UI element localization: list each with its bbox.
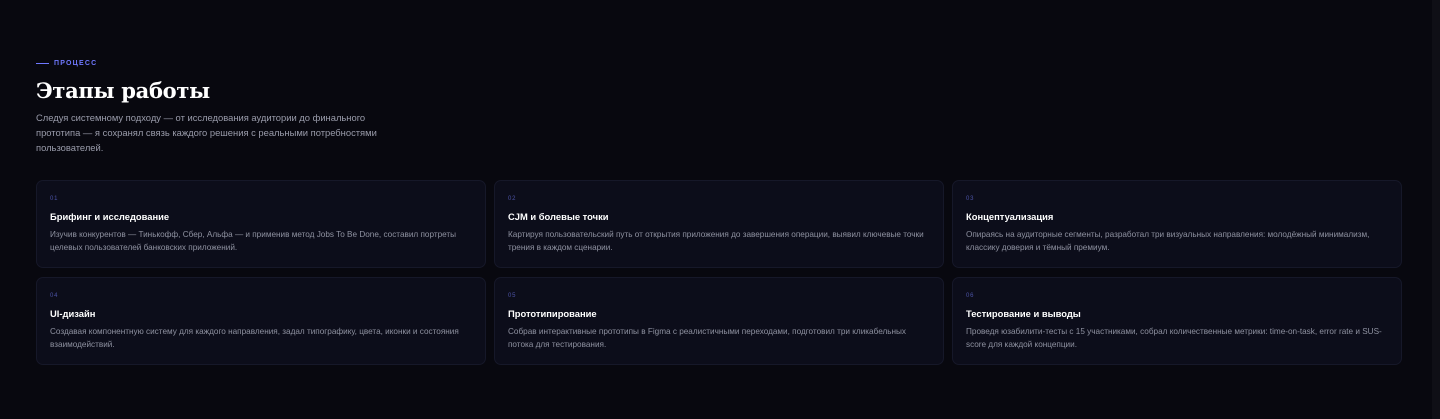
step-card-concept: 03 Концептуализация Опираясь на аудиторн… bbox=[952, 180, 1402, 268]
eyebrow-line bbox=[36, 62, 49, 64]
step-description: Проведя юзабилити-тесты с 15 участниками… bbox=[966, 327, 1382, 349]
step-number: 02 bbox=[508, 196, 517, 202]
step-card-cjm: 02 CJM и болевые точки Картируя пользова… bbox=[494, 180, 944, 268]
step-title: Тестирование и выводы bbox=[966, 308, 1081, 319]
step-title: UI-дизайн bbox=[50, 308, 96, 319]
step-number: 06 bbox=[966, 293, 975, 299]
step-title: Брифинг и исследование bbox=[50, 211, 170, 222]
section-eyebrow: ПРОЦЕСС bbox=[36, 58, 1402, 68]
process-section: ПРОЦЕСС Этапы работы Следуя системному п… bbox=[36, 58, 1402, 365]
steps-grid: 01 Брифинг и исследование Изучив конкуре… bbox=[36, 180, 1402, 365]
step-number: 05 bbox=[508, 293, 517, 299]
step-description: Собрав интерактивные прототипы в Figma с… bbox=[508, 327, 907, 349]
step-title: CJM и болевые точки bbox=[508, 211, 609, 222]
step-card-ui-design: 04 UI-дизайн Создавая компонентную систе… bbox=[36, 277, 486, 365]
section-subtitle: Следуя системному подходу — от исследова… bbox=[36, 112, 377, 153]
step-number: 03 bbox=[966, 196, 975, 202]
section-title: Этапы работы bbox=[36, 78, 210, 103]
step-card-prototyping: 05 Прототипирование Собрав интерактивные… bbox=[494, 277, 944, 365]
step-card-testing: 06 Тестирование и выводы Проведя юзабили… bbox=[952, 277, 1402, 365]
step-title: Прототипирование bbox=[508, 308, 597, 319]
step-description: Изучив конкурентов — Тинькофф, Сбер, Аль… bbox=[50, 230, 457, 252]
step-number: 04 bbox=[50, 293, 59, 299]
page-scrollbar[interactable] bbox=[1432, 0, 1440, 419]
step-card-briefing: 01 Брифинг и исследование Изучив конкуре… bbox=[36, 180, 486, 268]
step-title: Концептуализация bbox=[966, 211, 1054, 222]
eyebrow-label: ПРОЦЕСС bbox=[54, 59, 98, 67]
step-description: Опираясь на аудиторные сегменты, разрабо… bbox=[966, 230, 1370, 252]
step-number: 01 bbox=[50, 196, 59, 202]
step-description: Создавая компонентную систему для каждог… bbox=[50, 327, 459, 349]
step-description: Картируя пользовательский путь от открыт… bbox=[508, 230, 924, 252]
